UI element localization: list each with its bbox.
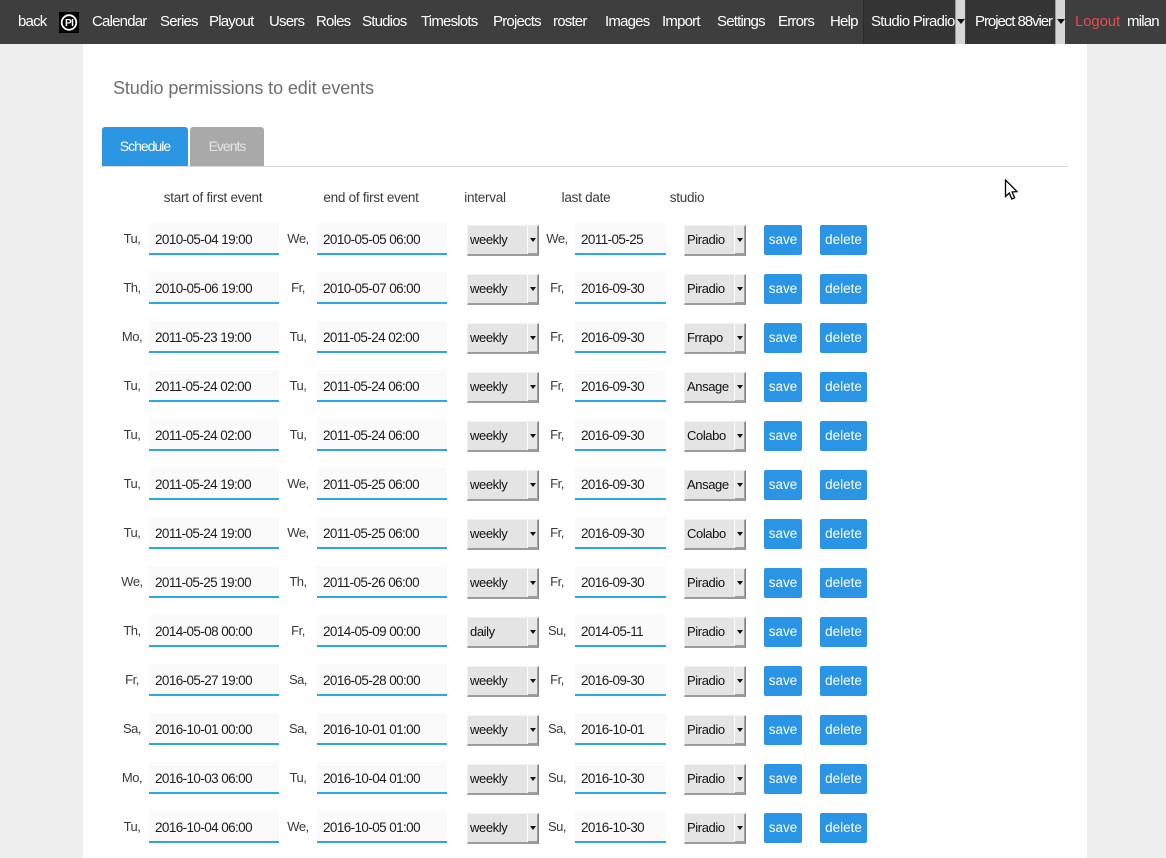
svg-text:PI: PI	[65, 18, 74, 29]
